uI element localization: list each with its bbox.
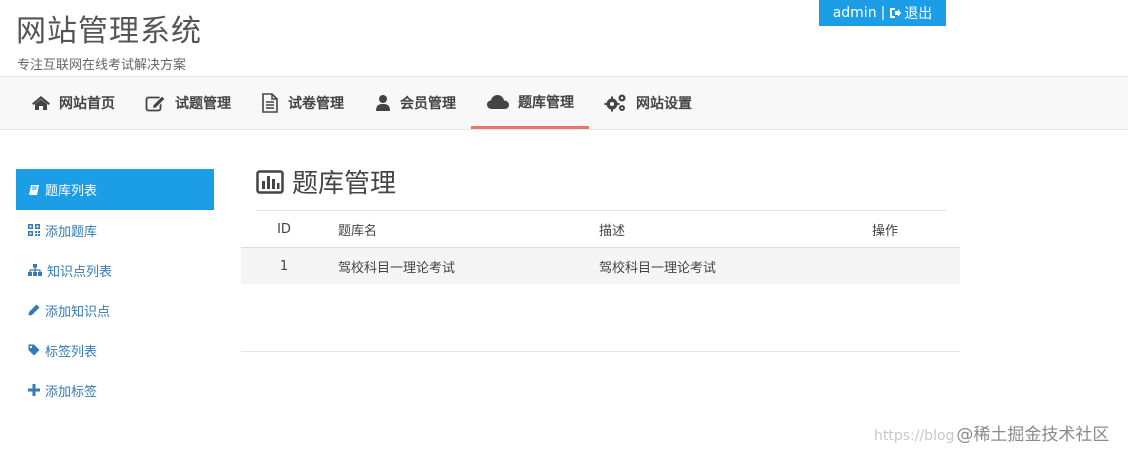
user-icon [376, 95, 390, 111]
username-link[interactable]: admin [833, 5, 877, 21]
nav-item-members[interactable]: 会员管理 [374, 77, 456, 129]
site-subtitle: 专注互联网在线考试解决方案 [17, 58, 187, 73]
home-icon [32, 96, 50, 110]
column-header-operations: 操作 [872, 224, 899, 239]
sidebar-item-label: 题库列表 [45, 184, 98, 199]
tag-icon [28, 344, 40, 356]
nav-item-question-bank[interactable]: 题库管理 [471, 77, 589, 129]
cell-name: 驾校科目一理论考试 [338, 260, 456, 276]
heading-divider [256, 210, 946, 211]
watermark: https://blog @稀土掘金技术社区 [874, 420, 1109, 445]
sidebar-item-label: 添加题库 [45, 224, 98, 240]
sidebar-item-add-knowledge[interactable]: 添加知识点 [16, 290, 214, 330]
sidebar-item-knowledge-list[interactable]: 知识点列表 [16, 250, 214, 290]
main-navbar: 网站首页 试题管理 试卷管理 会员管理 题库管理 网站设置 [0, 76, 1128, 130]
qrcode-icon [28, 224, 40, 236]
watermark-site: @稀土掘金技术社区 [956, 425, 1110, 445]
table-header-row: ID 题库名 描述 操作 [241, 212, 960, 248]
cell-description: 驾校科目一理论考试 [599, 260, 717, 276]
sidebar-item-add-tag[interactable]: 添加标签 [16, 370, 214, 410]
logout-button[interactable]: 退出 [889, 3, 932, 23]
nav-item-label: 试卷管理 [288, 96, 344, 112]
column-header-name: 题库名 [338, 224, 378, 239]
nav-item-label: 题库管理 [518, 94, 574, 111]
page-heading: 题库管理 [256, 163, 396, 200]
nav-item-settings[interactable]: 网站设置 [604, 77, 692, 129]
plus-icon [28, 384, 40, 396]
nav-item-label: 网站首页 [59, 96, 115, 112]
question-bank-table: ID 题库名 描述 操作 1 驾校科目一理论考试 驾校科目一理论考试 [241, 212, 960, 284]
sidebar-item-tag-list[interactable]: 标签列表 [16, 330, 214, 370]
sidebar: 题库列表 添加题库 知识点列表 添加知识点 标签列表 添加标签 [16, 169, 214, 410]
sidebar-item-label: 标签列表 [45, 344, 98, 360]
cloud-icon [487, 94, 509, 109]
column-header-description: 描述 [599, 224, 626, 239]
edit-icon [145, 95, 166, 112]
sidebar-item-label: 知识点列表 [47, 264, 113, 280]
book-icon [29, 184, 39, 195]
watermark-url: https://blog [874, 428, 955, 444]
sign-out-icon [890, 8, 902, 18]
table-row[interactable]: 1 驾校科目一理论考试 驾校科目一理论考试 [241, 248, 960, 284]
site-title: 网站管理系统 [16, 14, 202, 49]
user-box: admin | 退出 [819, 0, 946, 26]
pencil-icon [28, 304, 40, 316]
nav-item-papers[interactable]: 试卷管理 [260, 77, 344, 129]
cell-id: 1 [279, 258, 289, 274]
nav-item-label: 会员管理 [400, 96, 456, 112]
sidebar-item-label: 添加标签 [45, 384, 98, 400]
bar-chart-icon [256, 169, 284, 194]
sitemap-icon [28, 264, 42, 276]
sidebar-item-bank-list[interactable]: 题库列表 [16, 169, 214, 210]
sidebar-item-label: 添加知识点 [45, 304, 111, 320]
nav-item-label: 试题管理 [175, 96, 231, 112]
page-title: 题库管理 [292, 169, 397, 199]
user-separator: | [880, 5, 886, 21]
file-icon [262, 93, 278, 113]
nav-item-home[interactable]: 网站首页 [31, 77, 115, 129]
logout-label: 退出 [904, 6, 933, 22]
nav-item-label: 网站设置 [636, 96, 692, 112]
sidebar-item-add-bank[interactable]: 添加题库 [16, 210, 214, 250]
table-bottom-divider [241, 351, 960, 352]
gears-icon [604, 94, 626, 112]
column-header-id: ID [277, 222, 291, 237]
nav-item-questions[interactable]: 试题管理 [145, 77, 231, 129]
